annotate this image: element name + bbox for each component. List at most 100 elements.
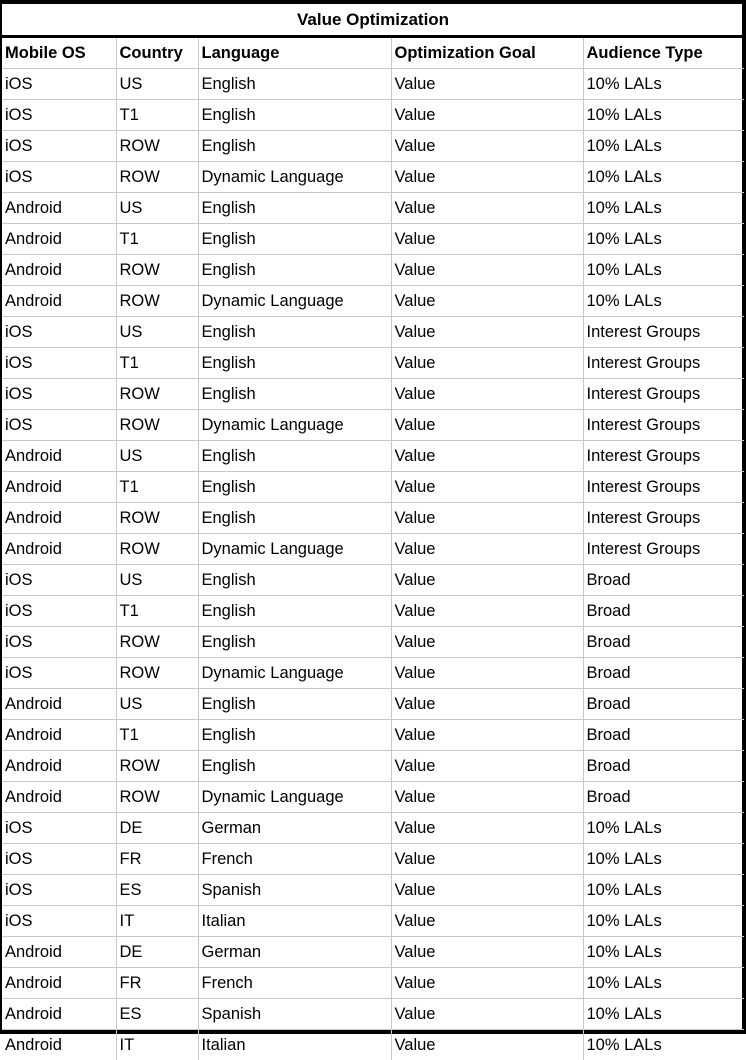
cell-audience-type: Broad <box>583 782 744 813</box>
cell-country: ROW <box>116 534 198 565</box>
cell-country: ROW <box>116 286 198 317</box>
cell-language: French <box>198 844 391 875</box>
cell-mobile-os: Android <box>2 224 116 255</box>
cell-mobile-os: Android <box>2 720 116 751</box>
cell-optimization-goal: Value <box>391 534 583 565</box>
table-row: AndroidESSpanishValue10% LALs <box>2 999 744 1030</box>
cell-country: ES <box>116 999 198 1030</box>
cell-mobile-os: iOS <box>2 379 116 410</box>
cell-optimization-goal: Value <box>391 658 583 689</box>
cell-language: Dynamic Language <box>198 534 391 565</box>
cell-language: French <box>198 968 391 999</box>
cell-mobile-os: iOS <box>2 317 116 348</box>
table-row: iOSROWDynamic LanguageValueBroad <box>2 658 744 689</box>
cell-optimization-goal: Value <box>391 100 583 131</box>
cell-language: Dynamic Language <box>198 286 391 317</box>
cell-optimization-goal: Value <box>391 503 583 534</box>
table-head: Value Optimization Mobile OS Country Lan… <box>2 4 744 69</box>
cell-language: Dynamic Language <box>198 782 391 813</box>
cell-mobile-os: Android <box>2 751 116 782</box>
cell-language: English <box>198 596 391 627</box>
table-row: AndroidITItalianValue10% LALs <box>2 1030 744 1060</box>
cell-country: ROW <box>116 131 198 162</box>
cell-mobile-os: iOS <box>2 348 116 379</box>
cell-optimization-goal: Value <box>391 193 583 224</box>
cell-language: Italian <box>198 906 391 937</box>
cell-language: Dynamic Language <box>198 658 391 689</box>
cell-language: English <box>198 751 391 782</box>
cell-audience-type: Interest Groups <box>583 534 744 565</box>
cell-language: English <box>198 193 391 224</box>
cell-country: US <box>116 441 198 472</box>
table-row: iOSROWEnglishValueInterest Groups <box>2 379 744 410</box>
cell-mobile-os: Android <box>2 503 116 534</box>
table-row: iOSESSpanishValue10% LALs <box>2 875 744 906</box>
cell-mobile-os: iOS <box>2 627 116 658</box>
table-row: AndroidT1EnglishValueInterest Groups <box>2 472 744 503</box>
cell-optimization-goal: Value <box>391 751 583 782</box>
table-row: AndroidT1EnglishValue10% LALs <box>2 224 744 255</box>
cell-language: Dynamic Language <box>198 162 391 193</box>
column-header-language: Language <box>198 37 391 69</box>
cell-audience-type: Broad <box>583 658 744 689</box>
cell-country: ROW <box>116 255 198 286</box>
cell-language: English <box>198 472 391 503</box>
cell-audience-type: 10% LALs <box>583 193 744 224</box>
cell-language: English <box>198 317 391 348</box>
table-row: iOST1EnglishValueInterest Groups <box>2 348 744 379</box>
cell-mobile-os: Android <box>2 937 116 968</box>
cell-audience-type: Interest Groups <box>583 317 744 348</box>
cell-language: English <box>198 348 391 379</box>
cell-mobile-os: Android <box>2 1030 116 1060</box>
cell-optimization-goal: Value <box>391 782 583 813</box>
table-row: iOST1EnglishValue10% LALs <box>2 100 744 131</box>
cell-mobile-os: Android <box>2 441 116 472</box>
cell-audience-type: Broad <box>583 751 744 782</box>
cell-optimization-goal: Value <box>391 131 583 162</box>
cell-optimization-goal: Value <box>391 689 583 720</box>
cell-optimization-goal: Value <box>391 844 583 875</box>
table-row: iOSUSEnglishValueInterest Groups <box>2 317 744 348</box>
cell-audience-type: 10% LALs <box>583 100 744 131</box>
cell-language: English <box>198 627 391 658</box>
table-row: iOSUSEnglishValue10% LALs <box>2 69 744 100</box>
cell-audience-type: 10% LALs <box>583 968 744 999</box>
cell-audience-type: Interest Groups <box>583 503 744 534</box>
cell-mobile-os: Android <box>2 689 116 720</box>
cell-language: English <box>198 503 391 534</box>
cell-mobile-os: iOS <box>2 906 116 937</box>
column-header-mobile-os: Mobile OS <box>2 37 116 69</box>
cell-country: T1 <box>116 348 198 379</box>
cell-language: English <box>198 131 391 162</box>
cell-country: ROW <box>116 751 198 782</box>
cell-country: FR <box>116 968 198 999</box>
cell-audience-type: 10% LALs <box>583 937 744 968</box>
table-header-row: Mobile OS Country Language Optimization … <box>2 37 744 69</box>
cell-country: DE <box>116 937 198 968</box>
cell-audience-type: 10% LALs <box>583 999 744 1030</box>
cell-mobile-os: Android <box>2 472 116 503</box>
cell-optimization-goal: Value <box>391 720 583 751</box>
cell-audience-type: 10% LALs <box>583 1030 744 1060</box>
cell-mobile-os: iOS <box>2 813 116 844</box>
cell-optimization-goal: Value <box>391 348 583 379</box>
table-row: AndroidUSEnglishValueInterest Groups <box>2 441 744 472</box>
cell-optimization-goal: Value <box>391 937 583 968</box>
cell-audience-type: Interest Groups <box>583 410 744 441</box>
table-row: iOSROWEnglishValueBroad <box>2 627 744 658</box>
cell-optimization-goal: Value <box>391 999 583 1030</box>
cell-country: ROW <box>116 379 198 410</box>
table-row: AndroidROWEnglishValueInterest Groups <box>2 503 744 534</box>
cell-audience-type: Broad <box>583 596 744 627</box>
table-row: iOSDEGermanValue10% LALs <box>2 813 744 844</box>
table-row: AndroidROWDynamic LanguageValueBroad <box>2 782 744 813</box>
cell-optimization-goal: Value <box>391 1030 583 1060</box>
cell-country: T1 <box>116 224 198 255</box>
cell-mobile-os: iOS <box>2 69 116 100</box>
cell-mobile-os: iOS <box>2 100 116 131</box>
value-optimization-table-container: Value Optimization Mobile OS Country Lan… <box>0 0 746 1034</box>
cell-language: English <box>198 565 391 596</box>
cell-language: English <box>198 255 391 286</box>
table-row: AndroidROWEnglishValueBroad <box>2 751 744 782</box>
cell-country: US <box>116 565 198 596</box>
